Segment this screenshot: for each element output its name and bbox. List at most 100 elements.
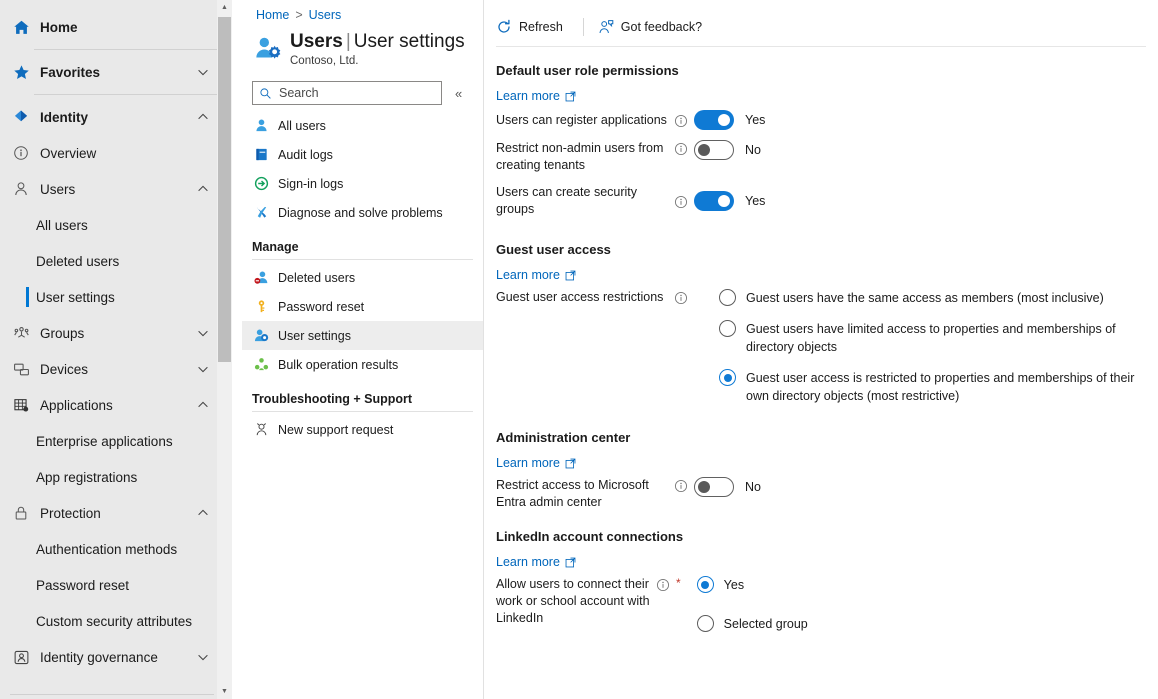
chevron-down-icon[interactable] [196,65,210,79]
scrollbar-thumb[interactable] [218,17,231,362]
info-icon[interactable] [674,479,688,493]
rail-item-identity[interactable]: Identity [0,99,232,135]
subnav-item-deleted-users[interactable]: Deleted users [242,263,483,292]
required-field-marker: * [676,576,681,590]
rail-subitem-all-users[interactable]: All users [0,207,232,243]
page-title: Users|User settings [290,30,465,54]
rail-label-identity: Identity [40,110,88,125]
toggle-knob [698,481,710,493]
radio-option-linkedin-selected-group[interactable]: Selected group [697,615,808,633]
breadcrumb: Home > Users [242,0,483,22]
breadcrumb-users[interactable]: Users [309,8,342,22]
radio-button[interactable] [719,320,736,337]
rail-item-devices[interactable]: Devices [0,351,232,387]
rail-item-users[interactable]: Users [0,171,232,207]
radio-button-selected[interactable] [719,369,736,386]
toggle-wrap-security-groups: Yes [694,191,765,211]
breadcrumb-home[interactable]: Home [256,8,289,22]
subnav-label-deleted-users: Deleted users [278,271,355,285]
rail-subitem-custom-security-attributes[interactable]: Custom security attributes [0,603,232,639]
search-box[interactable] [252,81,442,105]
rail-item-applications[interactable]: Applications [0,387,232,423]
subnav-item-bulk-operation-results[interactable]: Bulk operation results [242,350,483,379]
toggle-users-can-register-applications[interactable] [694,110,734,130]
breadcrumb-separator: > [295,8,302,22]
search-input[interactable] [277,85,435,101]
collapse-panel-button[interactable]: « [452,84,465,103]
info-icon[interactable] [674,195,688,209]
rail-subitem-app-registrations[interactable]: App registrations [0,459,232,495]
radio-label-linkedin-yes: Yes [724,576,744,594]
chevron-up-icon[interactable] [196,398,210,412]
info-icon[interactable] [674,114,688,128]
rail-subitem-user-settings[interactable]: User settings [0,279,232,315]
key-icon [252,299,270,314]
rail-label-protection: Protection [40,506,101,521]
setting-users-can-create-security-groups: Users can create security groups Yes [496,184,1158,218]
chevron-down-icon[interactable] [196,362,210,376]
info-icon[interactable] [674,291,688,305]
signin-arrow-icon [252,176,270,191]
scroll-up-arrow-icon[interactable]: ▲ [217,0,232,15]
rail-item-groups[interactable]: Groups [0,315,232,351]
page-title-block: Users|User settings Contoso, Ltd. [290,30,465,67]
learn-more-guest-access[interactable]: Learn more [496,268,576,282]
chevron-down-icon[interactable] [196,650,210,664]
rail-sublabel-custom-security-attributes: Custom security attributes [36,614,192,629]
radio-button[interactable] [697,615,714,632]
radio-option-same-access[interactable]: Guest users have the same access as memb… [719,289,1158,307]
radio-option-limited-access[interactable]: Guest users have limited access to prope… [719,320,1158,356]
toggle-restrict-non-admin-tenants[interactable] [694,140,734,160]
learn-more-label: Learn more [496,555,560,569]
subnav-item-signin-logs[interactable]: Sign-in logs [242,169,483,198]
radio-button-selected[interactable] [697,576,714,593]
subnav-item-audit-logs[interactable]: Audit logs [242,140,483,169]
bulk-operations-icon [252,357,270,372]
learn-more-admin-center[interactable]: Learn more [496,456,576,470]
rail-sublabel-enterprise-applications: Enterprise applications [36,434,173,449]
rail-label-groups: Groups [40,326,84,341]
setting-restrict-non-admin-tenants: Restrict non-admin users from creating t… [496,140,1158,174]
page-title-bold: Users [290,31,343,52]
rail-label-applications: Applications [40,398,113,413]
section-title-guest-access: Guest user access [496,242,1158,257]
toggle-users-can-create-security-groups[interactable] [694,191,734,211]
learn-more-linkedin[interactable]: Learn more [496,555,576,569]
scroll-down-arrow-icon[interactable]: ▼ [217,684,232,699]
chevron-up-icon[interactable] [196,182,210,196]
chevron-up-icon[interactable] [196,506,210,520]
rail-item-overview[interactable]: Overview [0,135,232,171]
radio-option-restricted-access[interactable]: Guest user access is restricted to prope… [719,369,1158,405]
search-icon [259,87,272,100]
subnav-group-manage: Manage [242,227,483,257]
chevron-down-icon[interactable] [196,326,210,340]
external-link-icon [565,270,576,281]
learn-more-default-role[interactable]: Learn more [496,89,576,103]
rail-item-protection[interactable]: Protection [0,495,232,531]
radio-option-linkedin-yes[interactable]: Yes [697,576,808,594]
subnav-item-new-support-request[interactable]: New support request [242,415,483,444]
rail-subitem-enterprise-applications[interactable]: Enterprise applications [0,423,232,459]
toggle-restrict-access-admin-center[interactable] [694,477,734,497]
got-feedback-button[interactable]: Got feedback? [598,16,708,38]
subnav-label-diagnose: Diagnose and solve problems [278,206,443,220]
rail-subitem-deleted-users[interactable]: Deleted users [0,243,232,279]
rail-scrollbar[interactable]: ▲ ▼ [217,0,232,699]
toggle-value-security-groups: Yes [745,194,765,208]
refresh-button[interactable]: Refresh [496,16,569,38]
page-subtitle: Contoso, Ltd. [290,55,465,67]
info-icon[interactable] [674,142,688,156]
rail-sublabel-user-settings: User settings [36,290,115,305]
info-icon[interactable] [656,578,670,592]
rail-item-identity-governance[interactable]: Identity governance [0,639,232,675]
subnav-item-all-users[interactable]: All users [242,111,483,140]
subnav-item-diagnose[interactable]: Diagnose and solve problems [242,198,483,227]
radio-button[interactable] [719,289,736,306]
subnav-item-password-reset[interactable]: Password reset [242,292,483,321]
chevron-up-icon[interactable] [196,110,210,124]
rail-subitem-authentication-methods[interactable]: Authentication methods [0,531,232,567]
rail-subitem-password-reset[interactable]: Password reset [0,567,232,603]
rail-item-favorites[interactable]: Favorites [0,54,232,90]
rail-item-home[interactable]: Home [0,9,232,45]
subnav-item-user-settings[interactable]: User settings [242,321,483,350]
